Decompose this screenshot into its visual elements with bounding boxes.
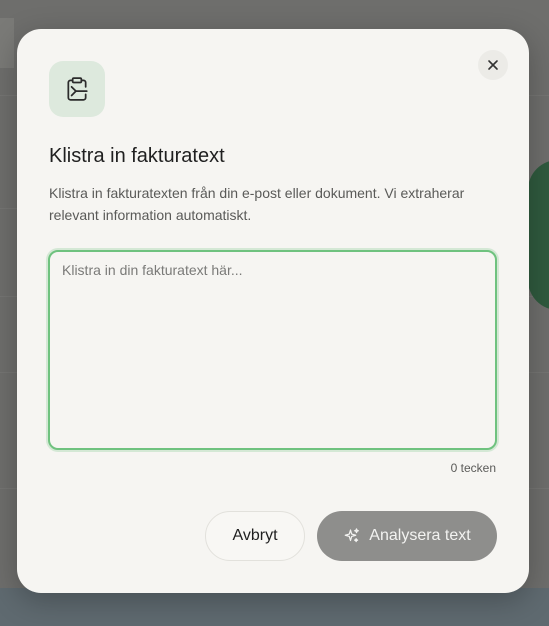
header-icon-tile	[49, 61, 105, 117]
close-button[interactable]	[478, 50, 508, 80]
invoice-text-input[interactable]	[48, 250, 497, 450]
dialog-title: Klistra in fakturatext	[49, 145, 225, 167]
paste-invoice-dialog: Klistra in fakturatext Klistra in faktur…	[17, 29, 529, 593]
background-tab	[0, 18, 14, 68]
analyze-button-label: Analysera text	[369, 527, 471, 544]
dialog-description: Klistra in fakturatexten från din e-post…	[49, 185, 465, 223]
sparkles-icon	[344, 528, 360, 543]
cancel-button[interactable]: Avbryt	[205, 511, 305, 561]
close-icon	[488, 60, 498, 70]
background-footer	[0, 588, 549, 626]
analyze-text-button[interactable]: Analysera text	[317, 511, 497, 561]
character-counter: 0 tecken	[450, 461, 496, 475]
clipboard-paste-icon	[67, 77, 88, 101]
background-accent-shape	[528, 160, 549, 310]
